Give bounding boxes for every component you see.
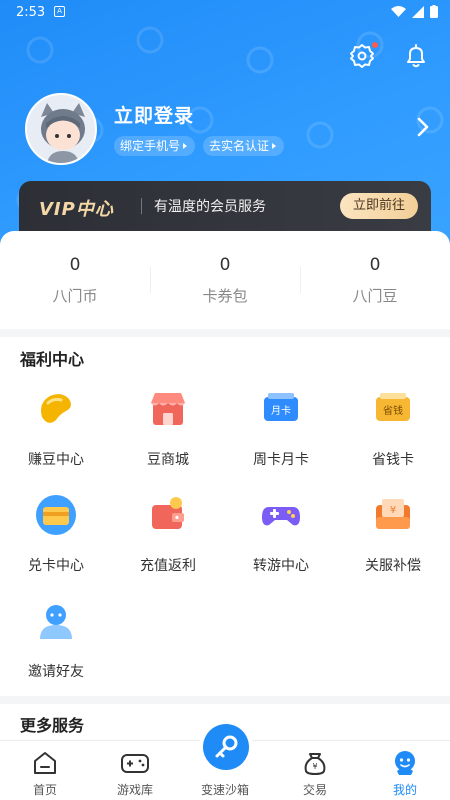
battery-icon <box>430 5 438 18</box>
speed-sandbox-button[interactable] <box>203 724 249 770</box>
month-card-badge: 月卡 <box>271 404 291 417</box>
grid-item-label: 充值返利 <box>140 558 196 574</box>
stat-label: 八门豆 <box>352 287 398 305</box>
grid-item-bean-shop[interactable]: 豆商城 <box>112 387 224 469</box>
status-time: 2:53 <box>16 5 46 20</box>
vip-divider <box>141 198 142 214</box>
section-title: 更多服务 <box>20 716 85 735</box>
home-icon <box>34 752 56 774</box>
exchange-card-icon <box>36 495 76 535</box>
grid-item-transfer-game[interactable]: 转游中心 <box>225 493 337 575</box>
section-title: 福利中心 <box>20 350 85 369</box>
month-card-icon: 月卡 <box>264 393 298 421</box>
game-library-icon <box>121 754 149 773</box>
tab-label: 首页 <box>32 783 57 797</box>
stats-row: 0 八门币 0 卡券包 0 八门豆 <box>0 231 450 329</box>
notification-a-icon: A <box>54 6 65 17</box>
grid-item-week-month-card[interactable]: 月卡 周卡月卡 <box>225 387 337 469</box>
stat-value: 0 <box>219 255 231 275</box>
grid-item-earn-beans[interactable]: 赚豆中心 <box>0 387 112 469</box>
svg-text:¥: ¥ <box>390 505 396 516</box>
grid-item-recharge-rebate[interactable]: 充值返利 <box>112 493 224 575</box>
grid-item-label: 赚豆中心 <box>28 452 84 468</box>
tab-mine[interactable]: 我的 <box>360 741 450 800</box>
arrow-right-icon <box>183 143 188 149</box>
bind-phone-button[interactable]: 绑定手机号 <box>114 136 196 156</box>
grid-item-invite-friends[interactable]: 邀请好友 <box>0 599 112 681</box>
tab-label: 游戏库 <box>116 783 153 797</box>
tab-label: 交易 <box>302 783 327 797</box>
verify-identity-button[interactable]: 去实名认证 <box>203 136 285 156</box>
grid-item-label: 兑卡中心 <box>28 558 84 574</box>
settings-badge <box>372 42 378 48</box>
bell-icon <box>407 44 425 68</box>
arrow-right-icon <box>272 143 277 149</box>
profile-header: 2:53 A 立即登录 绑定手机号 去实名认证 VIP中心 有温度的会员服务 立… <box>0 0 450 250</box>
grid-item-label: 省钱卡 <box>372 452 414 468</box>
signal-icon <box>412 5 424 18</box>
status-bar: 2:53 A <box>0 0 450 26</box>
notifications-button[interactable] <box>402 42 430 70</box>
tab-trade[interactable]: ¥ 交易 <box>270 741 360 800</box>
key-icon <box>215 735 238 758</box>
wallet-icon <box>152 497 184 529</box>
tab-label: 我的 <box>392 783 417 797</box>
grid-item-exchange-card[interactable]: 兑卡中心 <box>0 493 112 575</box>
profile-icon <box>395 751 415 775</box>
avatar[interactable] <box>25 93 97 165</box>
tab-label: 变速沙箱 <box>200 783 249 797</box>
verify-identity-label: 去实名认证 <box>209 139 270 153</box>
stat-value: 0 <box>69 255 81 275</box>
bean-icon <box>41 394 71 423</box>
welfare-section: 福利中心 赚豆中心 豆商城 月卡 周卡月卡 省钱 省钱卡 兑卡中心 充值返利 转… <box>0 337 450 696</box>
invite-icon <box>40 605 72 639</box>
gear-icon <box>350 44 374 68</box>
vip-go-button[interactable]: 立即前往 <box>339 193 418 219</box>
stat-value: 0 <box>369 255 381 275</box>
svg-text:¥: ¥ <box>312 762 317 771</box>
grid-item-shutdown-compensation[interactable]: ¥ 关服补偿 <box>337 493 449 575</box>
grid-item-label: 关服补偿 <box>365 558 421 574</box>
tab-game-library[interactable]: 游戏库 <box>90 741 180 800</box>
grid-item-label: 转游中心 <box>253 558 309 574</box>
grid-item-save-card[interactable]: 省钱 省钱卡 <box>337 387 449 469</box>
gamepad-icon <box>262 507 300 526</box>
save-card-icon: 省钱 <box>376 393 410 421</box>
stat-coins[interactable]: 0 八门币 <box>0 231 150 329</box>
vip-logo: VIP中心 <box>39 199 114 220</box>
header-actions <box>348 42 430 70</box>
login-link[interactable]: 立即登录 <box>114 101 194 128</box>
compensation-icon: ¥ <box>376 499 410 529</box>
settings-button[interactable] <box>348 42 378 70</box>
grid-item-label: 邀请好友 <box>28 664 84 680</box>
shop-icon <box>151 393 185 425</box>
stat-label: 八门币 <box>52 287 98 305</box>
stat-coupons[interactable]: 0 卡券包 <box>150 231 300 329</box>
vip-tagline: 有温度的会员服务 <box>154 199 266 215</box>
trade-bag-icon: ¥ <box>304 753 326 775</box>
chevron-right-icon[interactable] <box>416 117 430 137</box>
assets-card: 0 八门币 0 卡券包 0 八门豆 <box>0 231 450 329</box>
wifi-icon <box>391 5 406 17</box>
stat-beans[interactable]: 0 八门豆 <box>300 231 450 329</box>
grid-item-label: 豆商城 <box>147 452 189 468</box>
stat-label: 卡券包 <box>202 287 248 305</box>
bind-phone-label: 绑定手机号 <box>120 139 181 153</box>
save-card-badge: 省钱 <box>383 404 403 417</box>
account-links: 绑定手机号 去实名认证 <box>114 136 285 156</box>
tab-home[interactable]: 首页 <box>0 741 90 800</box>
grid-item-label: 周卡月卡 <box>253 452 309 468</box>
status-right <box>391 5 438 18</box>
